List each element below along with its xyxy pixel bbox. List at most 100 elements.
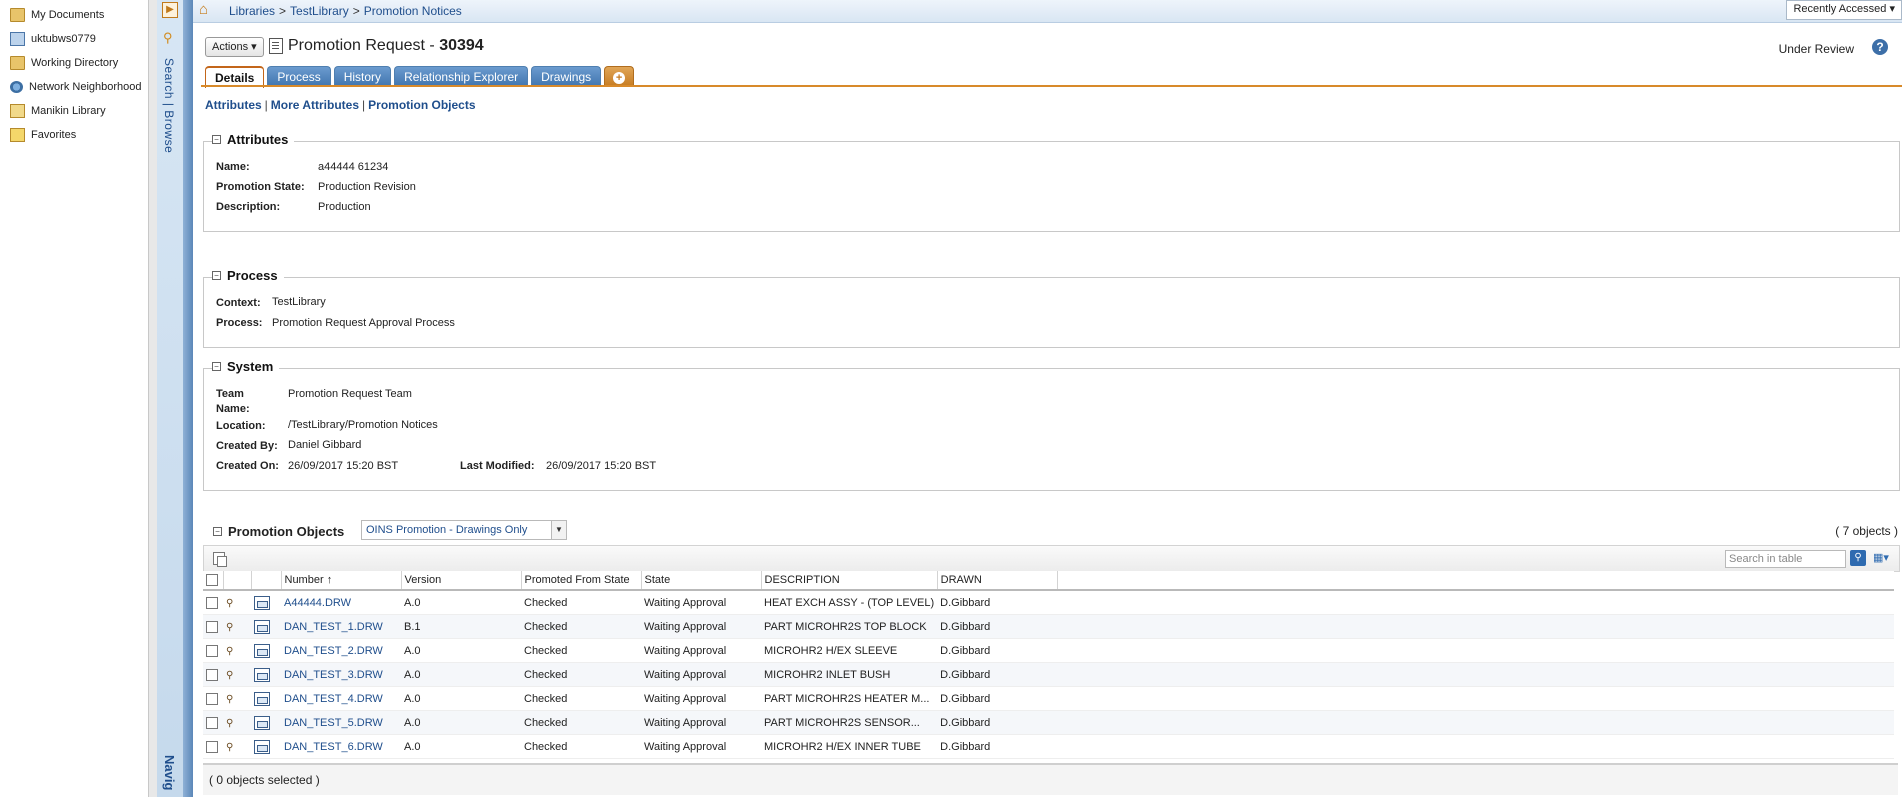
link-promotion-objects[interactable]: Promotion Objects [368,98,475,112]
help-icon[interactable]: ? [1872,39,1888,55]
created-by-link[interactable]: Daniel Gibbard [288,439,361,451]
row-number[interactable]: DAN_TEST_2.DRW [281,638,401,663]
row-select-cell[interactable] [203,638,223,663]
copy-icon[interactable] [213,552,227,567]
row-actions-icon[interactable]: ⚲ [226,598,233,609]
process-heading[interactable]: − Process [212,268,284,283]
tab-history[interactable]: History [333,66,392,87]
row-actions-cell[interactable]: ⚲ [223,638,251,663]
row-select-cell[interactable] [203,734,223,759]
breadcrumb-promotion-notices[interactable]: Promotion Notices [364,4,462,18]
row-checkbox[interactable] [206,716,218,729]
search-icon[interactable]: ⚲ [1850,550,1866,566]
table-columns-icon[interactable]: ▦▾ [1873,552,1893,564]
table-row[interactable]: ⚲ DAN_TEST_3.DRW A.0 Checked Waiting Approva… [203,662,1895,687]
search-browse-tabs[interactable]: Search | Browse [162,58,176,153]
table-view-select[interactable]: OINS Promotion - Drawings Only ▼ [361,520,567,540]
row-select-cell[interactable] [203,662,223,687]
nav-item-network-neighborhood[interactable]: Network Neighborhood [0,75,150,99]
collapse-icon[interactable]: − [212,271,221,280]
column-number[interactable]: Number ↑ [281,571,402,591]
collapse-icon[interactable]: − [213,527,222,536]
row-actions-icon[interactable]: ⚲ [226,670,233,681]
tab-relationship-explorer[interactable]: Relationship Explorer [394,66,529,87]
breadcrumb-testlibrary[interactable]: TestLibrary [290,4,349,18]
search-icon[interactable]: ⚲ [163,30,173,46]
row-number-link[interactable]: A44444.DRW [284,597,351,609]
system-heading[interactable]: − System [212,359,280,374]
row-actions-icon[interactable]: ⚲ [226,622,233,633]
select-all-header[interactable] [203,571,224,591]
row-actions-icon[interactable]: ⚲ [226,646,233,657]
navigator-label[interactable]: Navig [162,755,177,790]
recently-accessed-dropdown[interactable]: Recently Accessed ▾ [1786,0,1902,20]
breadcrumb-libraries[interactable]: Libraries [229,4,275,18]
link-attributes[interactable]: Attributes [205,98,262,112]
row-number-link[interactable]: DAN_TEST_1.DRW [284,621,383,633]
home-icon[interactable]: ⌂ [199,2,215,18]
row-number[interactable]: DAN_TEST_1.DRW [281,614,401,639]
row-number[interactable]: DAN_TEST_6.DRW [281,734,401,759]
row-checkbox[interactable] [206,668,218,681]
nav-item-favorites[interactable]: Favorites [0,123,150,147]
table-row[interactable]: ⚲ DAN_TEST_2.DRW A.0 Checked Waiting Approva… [203,638,1895,663]
row-actions-icon[interactable]: ⚲ [226,742,233,753]
row-number[interactable]: DAN_TEST_3.DRW [281,662,401,687]
table-row[interactable]: ⚲ DAN_TEST_6.DRW A.0 Checked Waiting Approva… [203,734,1895,759]
navigator-scrollbar[interactable] [148,0,157,797]
column-description[interactable]: DESCRIPTION [761,571,938,591]
panel-divider[interactable] [183,0,193,797]
nav-item-manikin-library[interactable]: Manikin Library [0,99,150,123]
row-number[interactable]: A44444.DRW [281,590,401,615]
column-promoted-from-state[interactable]: Promoted From State [521,571,642,591]
collapse-icon[interactable]: − [212,135,221,144]
row-actions-cell[interactable]: ⚲ [223,686,251,711]
link-more-attributes[interactable]: More Attributes [271,98,359,112]
row-checkbox[interactable] [206,644,218,657]
row-actions-cell[interactable]: ⚲ [223,734,251,759]
row-actions-icon[interactable]: ⚲ [226,694,233,705]
context-link[interactable]: TestLibrary [272,296,326,308]
row-select-cell[interactable] [203,590,223,615]
table-row[interactable]: ⚲ DAN_TEST_5.DRW A.0 Checked Waiting Approva… [203,710,1895,735]
row-actions-icon[interactable]: ⚲ [226,718,233,729]
row-select-cell[interactable] [203,710,223,735]
row-actions-cell[interactable]: ⚲ [223,662,251,687]
column-drawn[interactable]: DRAWN [937,571,1058,591]
row-number[interactable]: DAN_TEST_4.DRW [281,686,401,711]
tab-process[interactable]: Process [267,66,331,87]
table-row[interactable]: ⚲ DAN_TEST_1.DRW B.1 Checked Waiting Approva… [203,614,1895,639]
row-number-link[interactable]: DAN_TEST_2.DRW [284,645,383,657]
actions-button[interactable]: Actions ▾ [205,37,264,57]
row-actions-cell[interactable]: ⚲ [223,614,251,639]
table-row[interactable]: ⚲ A44444.DRW A.0 Checked Waiting Approval HEA… [203,590,1895,615]
row-number-link[interactable]: DAN_TEST_6.DRW [284,741,383,753]
chevron-down-icon[interactable]: ▼ [551,521,566,539]
table-row[interactable]: ⚲ DAN_TEST_4.DRW A.0 Checked Waiting Approva… [203,686,1895,711]
row-checkbox[interactable] [206,620,218,633]
table-search-input[interactable]: Search in table [1725,550,1846,568]
attributes-heading[interactable]: − Attributes [212,132,295,147]
row-number-link[interactable]: DAN_TEST_5.DRW [284,717,383,729]
row-actions-cell[interactable]: ⚲ [223,710,251,735]
column-version[interactable]: Version [401,571,522,591]
tab-drawings[interactable]: Drawings [531,66,602,87]
add-tab-button[interactable]: + [604,66,635,87]
row-checkbox[interactable] [206,740,218,753]
row-number-link[interactable]: DAN_TEST_4.DRW [284,693,383,705]
row-checkbox[interactable] [206,596,218,609]
select-all-checkbox[interactable] [206,574,218,587]
nav-item-working-directory[interactable]: Working Directory [0,51,150,75]
row-number[interactable]: DAN_TEST_5.DRW [281,710,401,735]
nav-item-workspace[interactable]: uktubws0779 [0,27,150,51]
column-state[interactable]: State [641,571,762,591]
row-actions-cell[interactable]: ⚲ [223,590,251,615]
row-select-cell[interactable] [203,614,223,639]
collapse-icon[interactable]: − [212,362,221,371]
row-checkbox[interactable] [206,692,218,705]
expand-navigator-icon[interactable]: ▶ [162,2,178,18]
location-link[interactable]: /TestLibrary/Promotion Notices [288,419,438,431]
row-number-link[interactable]: DAN_TEST_3.DRW [284,669,383,681]
promotion-objects-heading[interactable]: − Promotion Objects [213,524,344,539]
row-select-cell[interactable] [203,686,223,711]
